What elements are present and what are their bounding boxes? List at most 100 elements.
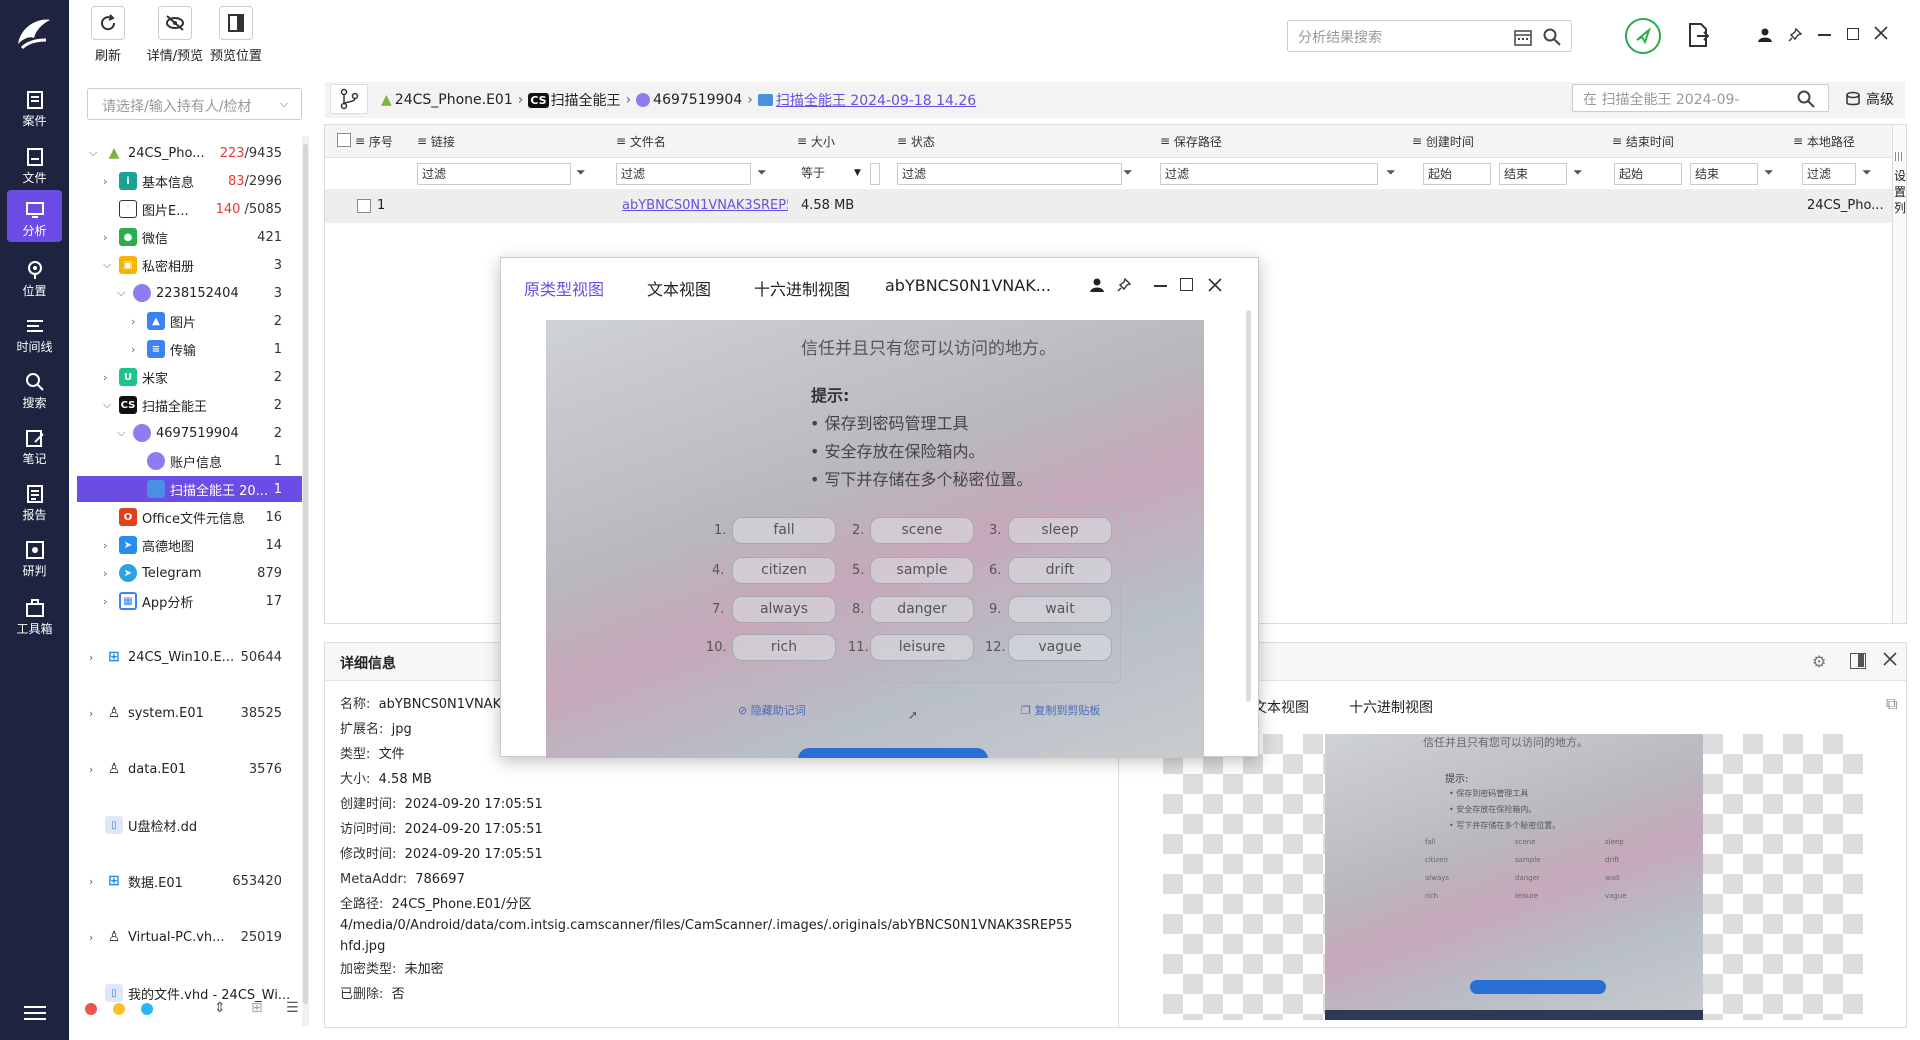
preview-tab-hex[interactable]: 十六进制视图	[1349, 697, 1433, 717]
col-save-path[interactable]: ≡ 保存路径	[1160, 126, 1222, 156]
nav-case[interactable]: 案件	[7, 80, 62, 132]
filter-save-path[interactable]: 过滤	[1160, 163, 1378, 185]
collapse-icon[interactable]: ⇕	[214, 1000, 226, 1016]
nav-note[interactable]: 笔记	[7, 418, 62, 470]
nav-judge[interactable]: 研判	[7, 530, 62, 582]
tree-item[interactable]: ⌵ ▣ 私密相册 3	[77, 252, 302, 278]
folder-search-input[interactable]: 在 扫描全能王 2024-09-	[1583, 89, 1739, 109]
refresh-button[interactable]: 刷新	[90, 6, 126, 64]
filter-local-path[interactable]: 过滤	[1802, 163, 1856, 185]
filter-filename[interactable]: 过滤	[616, 163, 751, 185]
close-icon[interactable]	[1208, 278, 1222, 292]
calendar-icon[interactable]	[1514, 28, 1532, 46]
row-checkbox[interactable]	[357, 199, 371, 213]
analysis-search[interactable]: 分析结果搜索	[1287, 20, 1572, 52]
col-end-time[interactable]: ≡ 结束时间	[1612, 126, 1674, 156]
red-dot-icon[interactable]	[85, 1003, 97, 1015]
tree-item[interactable]: ⌵ 2238152404 3	[77, 280, 302, 306]
nav-location[interactable]: 位置	[7, 250, 62, 302]
filter-link[interactable]: 过滤	[417, 163, 571, 185]
size-filter-input[interactable]	[870, 163, 880, 185]
search-icon[interactable]	[1797, 90, 1815, 108]
folder-search[interactable]: 在 扫描全能王 2024-09-	[1572, 84, 1829, 112]
filter-icon[interactable]: ⏷	[1573, 165, 1583, 180]
tab-original-view[interactable]: 原类型视图	[524, 276, 604, 300]
preview-position-button[interactable]: 预览位置	[206, 6, 266, 64]
pin-icon[interactable]	[1788, 28, 1802, 42]
table-row[interactable]	[325, 189, 1892, 223]
col-create-time[interactable]: ≡ 创建时间	[1412, 126, 1474, 156]
tree-item[interactable]: › i 基本信息 83/2996	[77, 168, 302, 194]
panel-layout-icon[interactable]	[1850, 653, 1866, 669]
search-icon[interactable]	[1543, 28, 1561, 46]
create-start-input[interactable]: 起始	[1423, 163, 1491, 185]
tree-item[interactable]: › ♙ data.E01 3576	[77, 756, 302, 782]
advanced-button[interactable]: 高级	[1846, 89, 1894, 109]
filter-icon[interactable]: ⏷	[1123, 165, 1133, 180]
maximize-icon[interactable]	[1847, 28, 1859, 40]
tree-item[interactable]: ⌵ CS 扫描全能王 2	[77, 392, 302, 418]
modal-scrollbar[interactable]	[1246, 310, 1251, 702]
col-local-path[interactable]: ≡ 本地路径	[1793, 126, 1855, 156]
tree-item[interactable]: › U 米家 2	[77, 364, 302, 390]
close-icon[interactable]	[1874, 26, 1888, 40]
list-icon[interactable]: ☰	[286, 1000, 299, 1016]
col-index[interactable]: ≡ 序号	[355, 126, 393, 156]
yellow-dot-icon[interactable]	[113, 1003, 125, 1015]
tree-item[interactable]: 账户信息 1	[77, 448, 302, 474]
tree-item[interactable]: › ♙ Virtual-PC.vh... 25019	[77, 924, 302, 950]
select-all-checkbox[interactable]	[337, 133, 351, 147]
end-start-input[interactable]: 起始	[1614, 163, 1682, 185]
nav-analysis[interactable]: 分析	[7, 190, 62, 242]
breadcrumb-item-current[interactable]: 扫描全能王 2024-09-18 14.26	[776, 90, 976, 110]
filter-icon[interactable]: ⏷	[1862, 165, 1872, 180]
user-icon[interactable]	[1758, 28, 1772, 42]
col-link[interactable]: ≡ 链接	[417, 126, 455, 156]
status-shield-icon[interactable]	[1625, 18, 1661, 54]
tree-item[interactable]: ⌵ ▲ 24CS_Pho... 223/9435	[77, 140, 302, 166]
preview-tab-text[interactable]: 文本视图	[1253, 697, 1309, 717]
tree-item[interactable]: 图片E... 140 /5085	[77, 196, 302, 222]
filter-icon[interactable]: ⏷	[1764, 165, 1774, 180]
tree-item[interactable]: ▯ 我的文件.vhd - 24CS_Wi...	[77, 980, 302, 1006]
holder-select[interactable]: 请选择/输入持有人/检材 ⌵	[87, 88, 302, 120]
close-icon[interactable]	[1883, 652, 1897, 666]
row-filename-link[interactable]: abYBNCS0N1VNAK3SREP5	[622, 198, 788, 213]
pin-icon[interactable]	[1117, 278, 1131, 292]
tree-scrollbar[interactable]	[302, 136, 309, 1026]
tree-item[interactable]: ⌵ 4697519904 2	[77, 420, 302, 446]
minimize-icon[interactable]	[1818, 34, 1831, 36]
tree-item[interactable]: › ● 微信 421	[77, 224, 302, 250]
tree-item[interactable]: › ▦ App分析 17	[77, 588, 302, 614]
export-icon[interactable]	[1687, 22, 1709, 48]
tree-item[interactable]: › ♙ system.E01 38525	[77, 700, 302, 726]
filter-icon[interactable]: ⏷	[1386, 165, 1396, 180]
nav-timeline[interactable]: 时间线	[7, 306, 62, 358]
grid-icon[interactable]: ⊞	[251, 1000, 263, 1016]
menu-icon[interactable]	[24, 1005, 46, 1021]
nav-toolbox[interactable]: 工具箱	[7, 588, 62, 640]
tree-item[interactable]: › ➤ 高德地图 14	[77, 532, 302, 558]
end-end-input[interactable]: 结束	[1690, 163, 1758, 185]
open-external-icon[interactable]: ⧉	[1886, 694, 1897, 714]
tab-hex-view[interactable]: 十六进制视图	[754, 276, 850, 300]
user-icon[interactable]	[1090, 278, 1104, 292]
filter-status[interactable]: 过滤	[897, 163, 1122, 185]
tree-item[interactable]: › ➤ Telegram 879	[77, 560, 302, 586]
branch-icon[interactable]	[330, 84, 368, 114]
nav-search[interactable]: 搜索	[7, 362, 62, 414]
blue-dot-icon[interactable]	[141, 1003, 153, 1015]
modal-image[interactable]: 信任并且只有您可以访问的地方。 提示: • 保存到密码管理工具 • 安全存放在保…	[546, 320, 1204, 758]
tree-item[interactable]: › ⊞ 数据.E01 653420	[77, 868, 302, 894]
maximize-icon[interactable]	[1180, 278, 1193, 291]
col-status[interactable]: ≡ 状态	[897, 126, 935, 156]
gear-icon[interactable]: ⚙	[1812, 652, 1826, 671]
tree-item[interactable]: › ⊞ 24CS_Win10.E... 50644	[77, 644, 302, 670]
analysis-search-input[interactable]: 分析结果搜索	[1298, 27, 1382, 47]
breadcrumb-item-account[interactable]: 4697519904	[653, 92, 742, 108]
nav-file[interactable]: 文件	[7, 137, 62, 189]
breadcrumb-item-camscanner[interactable]: 扫描全能王	[551, 90, 621, 110]
tree-item[interactable]: ▯ U盘检材.dd	[77, 812, 302, 838]
tree-item[interactable]: › ≡ 传输 1	[77, 336, 302, 362]
col-filename[interactable]: ≡ 文件名	[616, 126, 666, 156]
